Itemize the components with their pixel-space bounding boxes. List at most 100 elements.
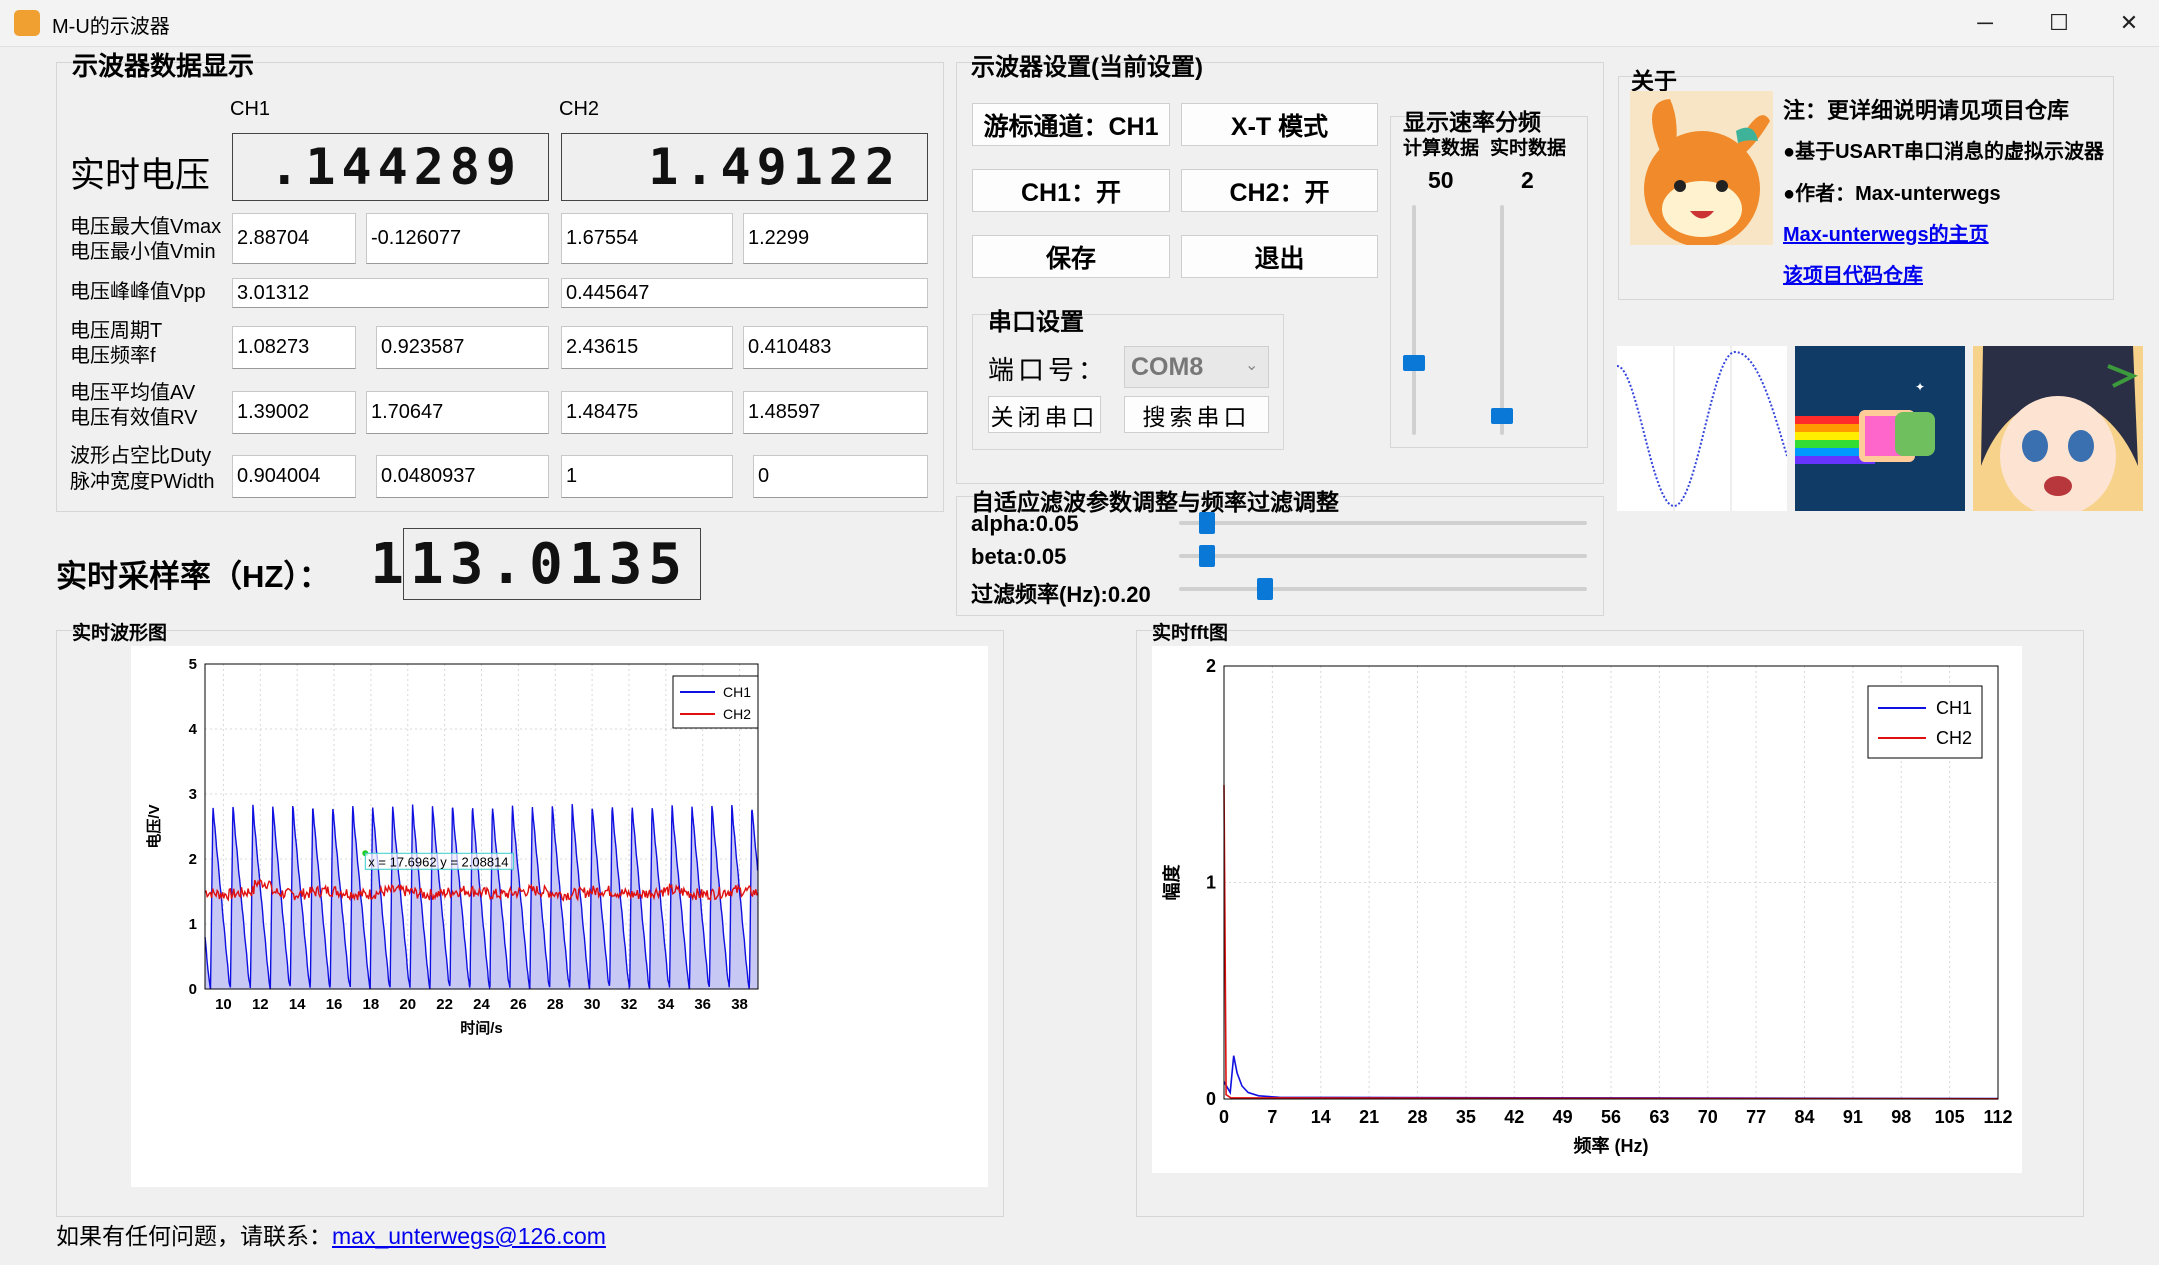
- fft-plot[interactable]: 0 7 14 21 28 35 42 49 56 63 70 77 84 91 98 105 112 0 1 2 频率 …: [1152, 646, 2022, 1173]
- alpha-slider[interactable]: [1179, 521, 1587, 525]
- ch1-column-label: CH1: [230, 98, 271, 120]
- exit-button[interactable]: 退出: [1181, 235, 1378, 278]
- calc-data-label: 计算数据: [1403, 138, 1480, 159]
- legend-ch2-label: CH2: [723, 706, 751, 722]
- ch2-vpp-field[interactable]: 0.445647: [561, 278, 928, 308]
- filter-frequency-slider[interactable]: [1179, 587, 1587, 591]
- homepage-link[interactable]: Max-unterwegs的主页: [1783, 218, 1989, 247]
- alpha-slider-thumb[interactable]: [1198, 512, 1215, 534]
- x-tick-label: 12: [252, 996, 269, 1013]
- x-tick-label: 21: [1359, 1107, 1379, 1127]
- ch2-voltage-display: 1.49122: [561, 133, 928, 201]
- footer: 如果有任何问题，请联系：max_unterwegs@126.com: [56, 1217, 606, 1251]
- ch2-duty-field[interactable]: 1: [561, 455, 733, 498]
- maximize-button[interactable]: ☐: [2029, 0, 2089, 46]
- data-display-heading: 示波器数据显示: [72, 51, 255, 81]
- waveform-plot[interactable]: 10 12 14 16 18 20 22 24 26 28 30 32 34 36 38 0 1 2 3 4 5 时间/s…: [131, 646, 988, 1187]
- beta-slider[interactable]: [1179, 554, 1587, 558]
- vmin-label: 电压最小值Vmin: [70, 241, 216, 263]
- sine-wave-image: [1616, 346, 1788, 511]
- y-tick-label: 4: [189, 721, 198, 738]
- ch1-vmax-field[interactable]: 2.88704: [232, 213, 356, 264]
- calc-slider[interactable]: [1412, 205, 1416, 435]
- ch2-period-field[interactable]: 2.43615: [561, 326, 733, 369]
- ch2-rms-field[interactable]: 1.48597: [743, 391, 928, 434]
- sample-rate-display: 113.0135: [370, 528, 701, 600]
- filter-frequency-slider-thumb[interactable]: [1257, 578, 1274, 600]
- beta-label: beta:0.05: [971, 544, 1067, 569]
- sample-rate-label: 实时采样率（HZ）：: [56, 559, 330, 594]
- mascot-image: [1630, 91, 1773, 245]
- ch1-toggle-button[interactable]: CH1：开: [972, 169, 1170, 212]
- x-tick-label: 36: [694, 996, 711, 1013]
- y-axis-label: 电压/V: [145, 804, 163, 848]
- port-select[interactable]: COM8 ⌄: [1124, 346, 1269, 388]
- x-tick-label: 24: [473, 996, 490, 1013]
- ch2-frequency-field[interactable]: 0.410483: [743, 326, 928, 369]
- y-tick-label: 0: [1206, 1089, 1216, 1109]
- repo-link[interactable]: 该项目代码仓库: [1783, 259, 1923, 288]
- cursor-channel-button[interactable]: 游标通道：CH1: [972, 103, 1170, 146]
- x-tick-label: 98: [1891, 1107, 1911, 1127]
- beta-slider-thumb[interactable]: [1198, 545, 1215, 567]
- svg-text:✦: ✦: [1915, 380, 1925, 394]
- ch1-rms-field[interactable]: 1.70647: [366, 391, 549, 434]
- legend-ch1-label: CH1: [723, 684, 751, 700]
- xt-mode-button[interactable]: X-T 模式: [1181, 103, 1378, 146]
- ch1-frequency-field[interactable]: 0.923587: [376, 326, 549, 369]
- x-tick-label: 35: [1456, 1107, 1476, 1127]
- ch2-average-field[interactable]: 1.48475: [561, 391, 733, 434]
- nyan-cat-image: ✦: [1795, 346, 1965, 511]
- close-port-button[interactable]: 关闭串口: [988, 396, 1101, 433]
- ch1-vpp-field[interactable]: 3.01312: [232, 278, 549, 308]
- rate-heading: 显示速率分频: [1403, 109, 1541, 135]
- calc-slider-thumb[interactable]: [1403, 354, 1425, 371]
- minimize-button[interactable]: ─: [1955, 0, 2015, 46]
- ch2-vmax-field[interactable]: 1.67554: [561, 213, 733, 264]
- ch1-average-field[interactable]: 1.39002: [232, 391, 356, 434]
- y-tick-label: 2: [1206, 656, 1216, 676]
- chevron-down-icon: ⌄: [1245, 357, 1259, 374]
- x-tick-label: 28: [547, 996, 564, 1013]
- port-label: 端口号：: [988, 356, 1109, 385]
- email-link[interactable]: max_unterwegs@126.com: [332, 1223, 606, 1249]
- settings-heading: 示波器设置(当前设置): [971, 54, 1203, 81]
- ch2-vmin-field[interactable]: 1.2299: [743, 213, 928, 264]
- search-port-button[interactable]: 搜索串口: [1124, 396, 1269, 433]
- x-tick-label: 28: [1407, 1107, 1427, 1127]
- rms-label: 电压有效值RV: [70, 407, 198, 429]
- realtime-slider[interactable]: [1500, 205, 1504, 435]
- ch2-toggle-button[interactable]: CH2：开: [1181, 169, 1378, 212]
- ch1-duty-field[interactable]: 0.904004: [232, 455, 356, 498]
- about-bullet-2: ●作者：Max-unterwegs: [1783, 183, 2001, 205]
- ch1-voltage-display: .144289: [232, 133, 549, 201]
- window-title: M-U的示波器: [52, 16, 170, 38]
- about-bullet-1: ●基于USART串口消息的虚拟示波器: [1783, 141, 2104, 163]
- save-button[interactable]: 保存: [972, 235, 1170, 278]
- x-tick-label: 14: [289, 996, 306, 1013]
- y-tick-label: 2: [189, 851, 197, 868]
- x-axis-label: 频率 (Hz): [1574, 1135, 1649, 1156]
- y-tick-label: 1: [1206, 873, 1216, 893]
- realtime-data-label: 实时数据: [1490, 138, 1567, 159]
- close-button[interactable]: ✕: [2099, 0, 2159, 46]
- fft-chart: 0 7 14 21 28 35 42 49 56 63 70 77 84 91 98 105 112 0 1 2 频率 …: [1161, 656, 2013, 1156]
- about-note: 注：更详细说明请见项目仓库: [1783, 98, 2070, 123]
- x-axis-label: 时间/s: [460, 1019, 503, 1037]
- ch1-period-field[interactable]: 1.08273: [232, 326, 356, 369]
- port-value: COM8: [1131, 353, 1204, 381]
- ch1-vmin-field[interactable]: -0.126077: [366, 213, 549, 264]
- x-tick-label: 32: [621, 996, 638, 1013]
- legend-ch2-label: CH2: [1936, 728, 1972, 748]
- x-tick-label: 56: [1601, 1107, 1621, 1127]
- realtime-data-value: 2: [1521, 167, 1534, 193]
- ch1-pulse-width-field[interactable]: 0.0480937: [376, 455, 549, 498]
- x-tick-label: 10: [215, 996, 232, 1013]
- filter-frequency-label: 过滤频率(Hz):0.20: [971, 582, 1151, 607]
- alpha-label: alpha:0.05: [971, 511, 1079, 536]
- calc-data-value: 50: [1428, 167, 1454, 193]
- ch2-pulse-width-field[interactable]: 0: [753, 455, 928, 498]
- x-tick-label: 20: [399, 996, 416, 1013]
- anime-girl-image: [1973, 346, 2143, 511]
- realtime-slider-thumb[interactable]: [1491, 408, 1513, 425]
